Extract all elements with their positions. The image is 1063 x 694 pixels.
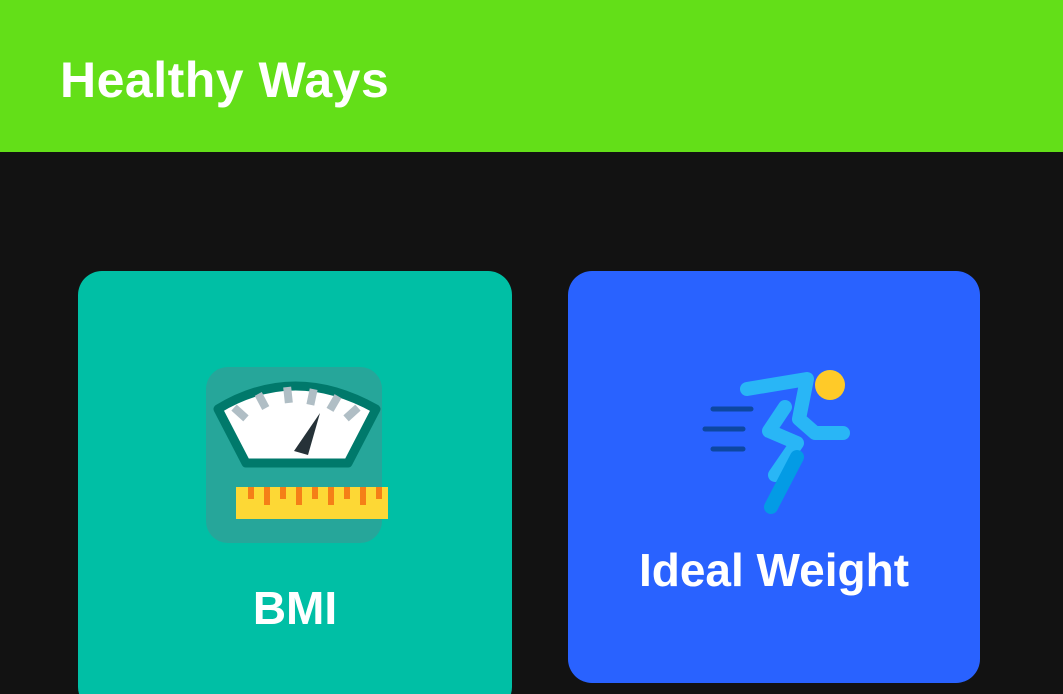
running-person-icon bbox=[702, 370, 850, 514]
ideal-weight-card[interactable]: Ideal Weight bbox=[568, 271, 980, 683]
app-title: Healthy Ways bbox=[60, 52, 390, 108]
app-screen: Healthy Ways BMI Ideal Weight bbox=[0, 0, 1063, 694]
bmi-card[interactable]: BMI bbox=[78, 271, 512, 694]
ideal-weight-card-label: Ideal Weight bbox=[638, 544, 910, 596]
bmi-card-label: BMI bbox=[252, 582, 338, 634]
weighing-scale-icon bbox=[206, 367, 388, 543]
app-bar: Healthy Ways bbox=[0, 0, 1063, 152]
